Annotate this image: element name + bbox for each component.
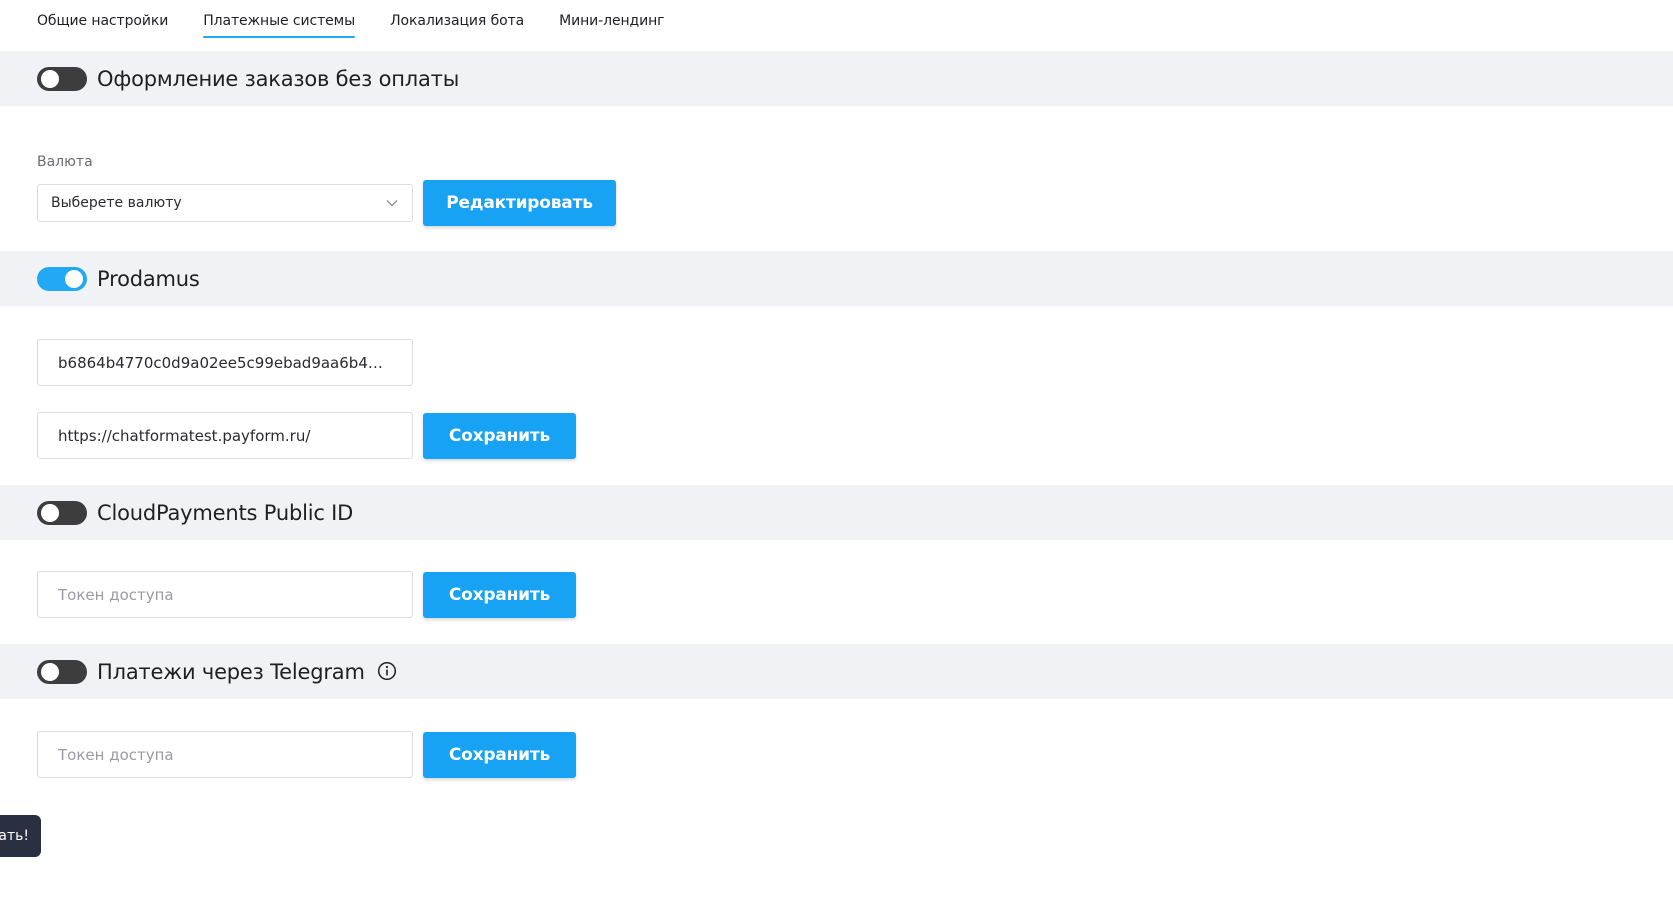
toggle-knob xyxy=(41,503,59,522)
telegram-payments-toggle[interactable] xyxy=(37,659,87,684)
tab-general-settings[interactable]: Общие настройки xyxy=(37,0,168,38)
feedback-toast[interactable]: ать! xyxy=(0,815,41,857)
currency-label: Валюта xyxy=(37,154,93,170)
cloudpayments-token-input[interactable] xyxy=(37,571,413,618)
telegram-save-button[interactable]: Сохранить xyxy=(423,732,576,778)
section-header-no-payment: Оформление заказов без оплаты xyxy=(0,51,1673,106)
prodamus-key-input[interactable] xyxy=(37,339,413,386)
section-header-telegram: Платежи через Telegram xyxy=(0,644,1673,699)
settings-tabs: Общие настройки Платежные системы Локали… xyxy=(37,0,699,40)
section-header-prodamus: Prodamus xyxy=(0,251,1673,306)
tab-mini-landing[interactable]: Мини-лендинг xyxy=(559,0,664,38)
prodamus-save-button[interactable]: Сохранить xyxy=(423,413,576,459)
section-header-cloudpayments: CloudPayments Public ID xyxy=(0,485,1673,540)
tab-bot-localization[interactable]: Локализация бота xyxy=(390,0,524,38)
prodamus-toggle[interactable] xyxy=(37,266,87,291)
toggle-knob xyxy=(41,69,59,88)
toast-text: ать! xyxy=(0,828,29,844)
currency-select[interactable]: Выберете валюту xyxy=(37,184,413,222)
section-title-prodamus: Prodamus xyxy=(97,266,200,291)
section-title-no-payment: Оформление заказов без оплаты xyxy=(97,66,460,91)
no-payment-toggle[interactable] xyxy=(37,66,87,91)
chevron-down-icon xyxy=(386,200,398,207)
toggle-knob xyxy=(41,662,59,681)
info-icon[interactable] xyxy=(377,661,397,681)
section-title-cloudpayments: CloudPayments Public ID xyxy=(97,500,354,525)
telegram-token-input[interactable] xyxy=(37,731,413,778)
edit-currency-button[interactable]: Редактировать xyxy=(423,180,616,226)
section-title-telegram: Платежи через Telegram xyxy=(97,659,365,684)
toggle-knob xyxy=(65,269,83,288)
cloudpayments-save-button[interactable]: Сохранить xyxy=(423,572,576,618)
prodamus-url-input[interactable] xyxy=(37,412,413,459)
tab-payment-systems[interactable]: Платежные системы xyxy=(203,0,355,38)
cloudpayments-toggle[interactable] xyxy=(37,500,87,525)
currency-select-value: Выберете валюту xyxy=(51,195,182,211)
